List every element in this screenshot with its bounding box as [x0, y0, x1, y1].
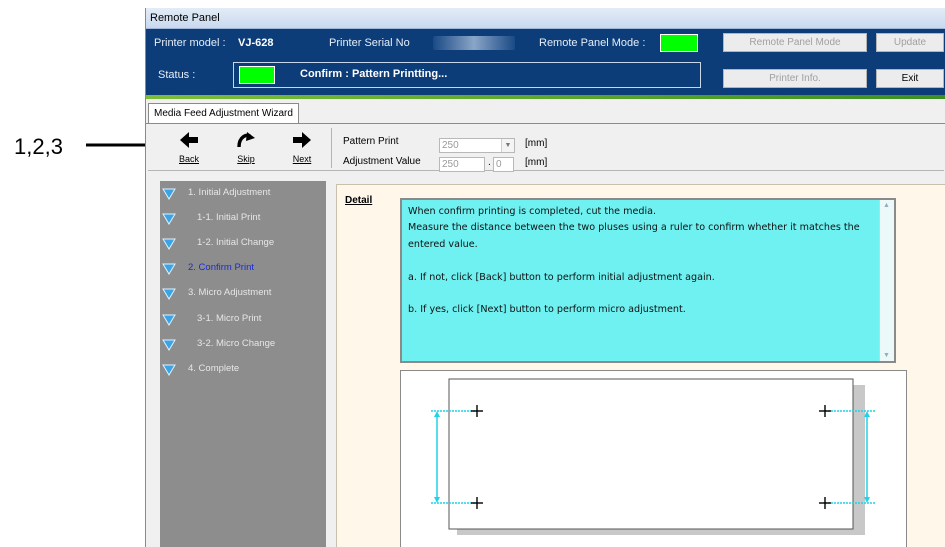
pattern-print-select[interactable]: 250 ▼	[439, 138, 515, 153]
triangle-down-icon	[162, 213, 176, 225]
step-item[interactable]: 1-1. Initial Print	[160, 208, 326, 228]
update-button[interactable]: Update	[876, 33, 944, 52]
adjustment-value-label: Adjustment Value	[343, 156, 421, 167]
adjustment-value-int-field[interactable]: 250	[439, 157, 485, 172]
window-title: Remote Panel	[150, 12, 220, 24]
status-label: Status :	[158, 69, 196, 81]
arrow-down-icon	[434, 497, 440, 503]
cut-media-illustration	[431, 378, 875, 535]
triangle-down-icon	[162, 263, 176, 275]
media-diagram	[400, 370, 907, 547]
wizard-toolbar: Back Skip Next Pattern Print 250 ▼ [mm] …	[148, 126, 944, 172]
step-item[interactable]: 3-1. Micro Print	[160, 309, 326, 329]
pattern-print-unit: [mm]	[525, 138, 548, 149]
remote-mode-indicator	[660, 34, 698, 52]
media-sheet	[448, 378, 854, 530]
scroll-up-icon[interactable]: ▲	[883, 202, 890, 209]
exit-button[interactable]: Exit	[876, 69, 944, 88]
detail-line: b. If yes, click [Next] button to perfor…	[408, 304, 686, 316]
curved-arrow-right-icon	[237, 132, 255, 148]
step-item[interactable]: 3-2. Micro Change	[160, 334, 326, 354]
step-item[interactable]: 4. Complete	[160, 359, 326, 379]
remote-panel-window: Remote Panel Printer model : VJ-628 Prin…	[145, 8, 945, 547]
arrow-right-icon	[293, 132, 311, 148]
tab-media-feed-adjustment-wizard[interactable]: Media Feed Adjustment Wizard	[148, 103, 299, 123]
toolbar-separator	[331, 128, 332, 168]
detail-label: Detail	[345, 195, 373, 206]
wizard-steps-panel: 1. Initial Adjustment 1-1. Initial Print…	[160, 181, 326, 547]
detail-spacer	[408, 253, 878, 269]
serial-label: Printer Serial No	[329, 37, 410, 49]
callout-label: 1,2,3	[14, 134, 63, 159]
step-label: 2. Confirm Print	[188, 262, 254, 273]
chevron-down-icon: ▼	[501, 139, 514, 152]
printer-model-value: VJ-628	[238, 37, 274, 49]
triangle-down-icon	[162, 288, 176, 300]
status-text: Confirm : Pattern Printting...	[300, 68, 448, 80]
step-label: 3-1. Micro Print	[197, 313, 262, 324]
scroll-down-icon[interactable]: ▼	[883, 352, 890, 359]
detail-line: a. If not, click [Back] button to perfor…	[408, 271, 715, 283]
step-label: 3-2. Micro Change	[197, 338, 276, 349]
triangle-down-icon	[162, 314, 176, 326]
skip-button[interactable]: Skip	[230, 128, 262, 166]
step-label: 1. Initial Adjustment	[188, 187, 271, 198]
triangle-down-icon	[162, 188, 176, 200]
step-item[interactable]: 1. Initial Adjustment	[160, 183, 326, 203]
adjustment-value-unit: [mm]	[525, 157, 548, 168]
back-button[interactable]: Back	[173, 128, 205, 166]
title-bar: Remote Panel	[146, 8, 945, 29]
detail-spacer	[408, 286, 878, 302]
detail-textbox[interactable]: When confirm printing is completed, cut …	[400, 198, 896, 363]
pattern-print-value: 250	[442, 140, 459, 151]
adjustment-value-dec-field[interactable]: 0	[493, 157, 514, 172]
back-label: Back	[178, 154, 199, 164]
tab-divider	[146, 123, 945, 124]
arrow-left-icon	[180, 132, 198, 148]
status-indicator	[239, 66, 275, 84]
step-label: 1-1. Initial Print	[197, 212, 261, 223]
triangle-down-icon	[162, 339, 176, 351]
step-label: 3. Micro Adjustment	[188, 287, 272, 298]
step-item[interactable]: 1-2. Initial Change	[160, 233, 326, 253]
header-panel: Printer model : VJ-628 Printer Serial No…	[146, 29, 945, 95]
detail-text: When confirm printing is completed, cut …	[408, 204, 878, 319]
arrow-up-icon	[434, 411, 440, 417]
next-label: Next	[292, 154, 312, 164]
step-label: 1-2. Initial Change	[197, 237, 275, 248]
detail-line: When confirm printing is completed, cut …	[408, 206, 657, 217]
printer-model-label: Printer model :	[154, 37, 226, 49]
remote-mode-label: Remote Panel Mode :	[539, 37, 646, 49]
status-box: Confirm : Pattern Printting...	[233, 62, 701, 88]
remote-panel-mode-button[interactable]: Remote Panel Mode	[723, 33, 867, 52]
triangle-down-icon	[162, 238, 176, 250]
triangle-down-icon	[162, 364, 176, 376]
step-item[interactable]: 3. Micro Adjustment	[160, 283, 326, 303]
step-item-active[interactable]: 2. Confirm Print	[160, 258, 326, 278]
skip-label: Skip	[237, 154, 255, 164]
serial-value-redacted	[433, 36, 515, 50]
decimal-separator: .	[488, 157, 491, 168]
detail-scrollbar[interactable]: ▲ ▼	[879, 200, 894, 361]
step-label: 4. Complete	[188, 363, 240, 374]
pattern-print-label: Pattern Print	[343, 136, 399, 147]
next-button[interactable]: Next	[286, 128, 318, 166]
accent-line	[146, 95, 945, 99]
detail-line: Measure the distance between the two plu…	[408, 222, 860, 250]
printer-info-button[interactable]: Printer Info.	[723, 69, 867, 88]
detail-panel: Detail When confirm printing is complete…	[336, 184, 945, 547]
